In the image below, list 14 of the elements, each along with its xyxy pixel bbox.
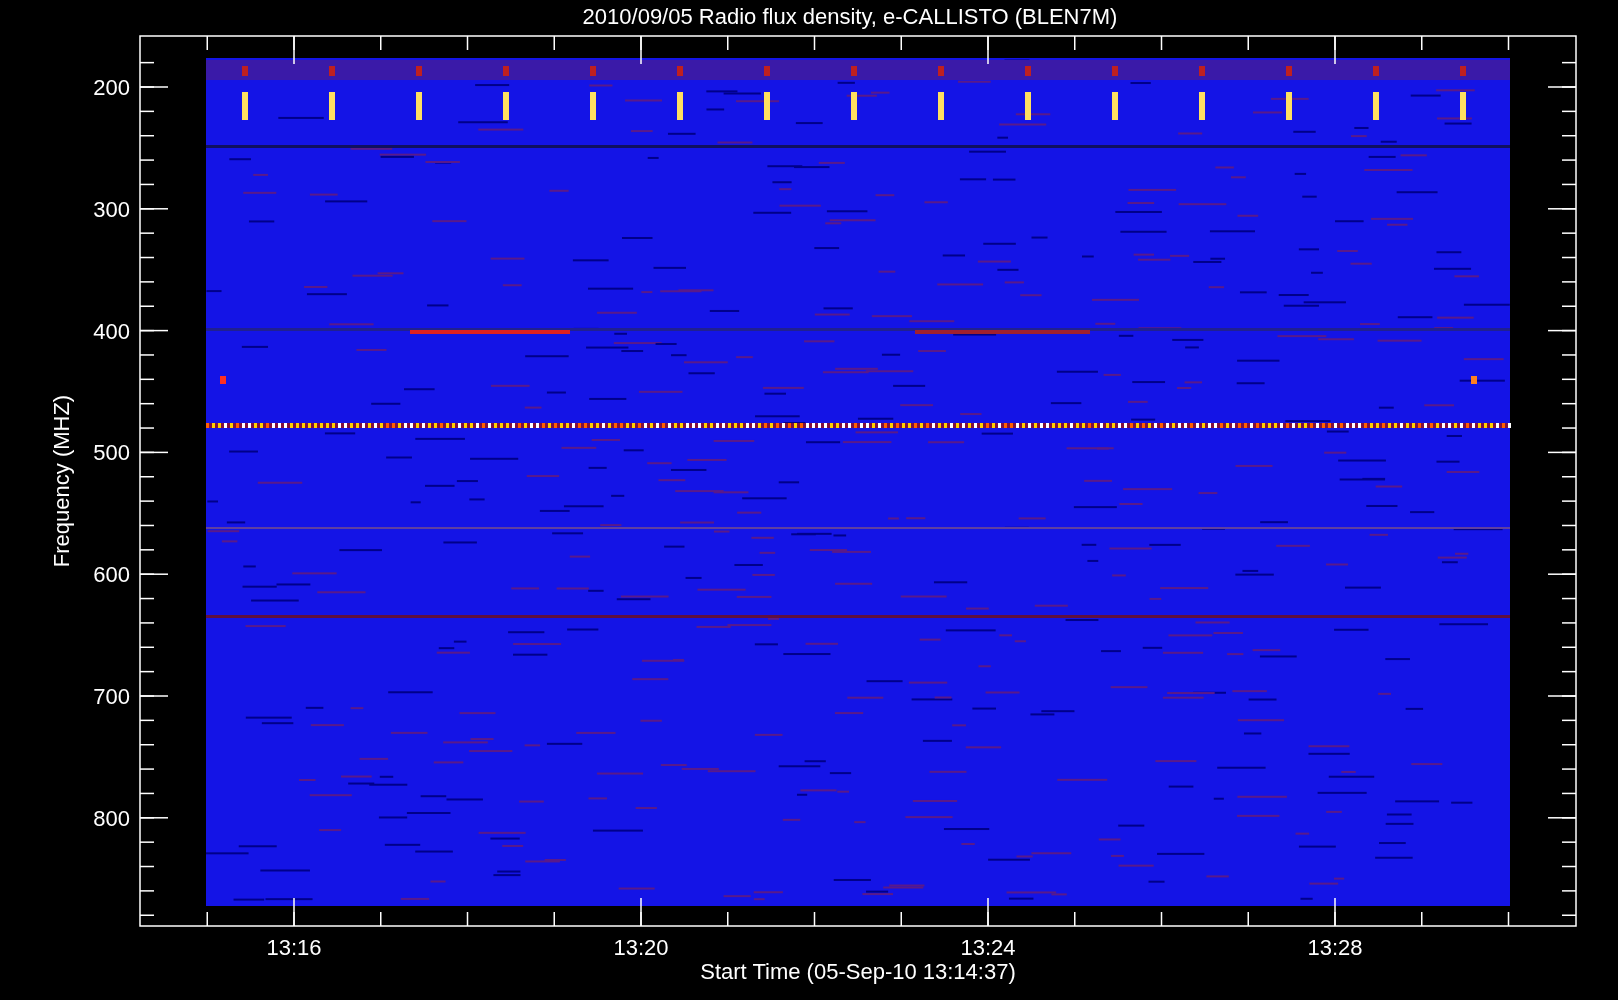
y-tick-label: 300 <box>93 196 130 222</box>
y-tick-label: 200 <box>93 75 130 100</box>
y-tick-label: 600 <box>93 562 130 588</box>
chart-title: 2010/09/05 Radio flux density, e-CALLISTO (BLEN7M) <box>582 4 1118 29</box>
y-tick-label: 400 <box>93 318 130 344</box>
y-axis-label: Frequency (MHZ) <box>49 394 74 568</box>
y-tick-label: 800 <box>93 805 130 831</box>
x-tick-label: 13:28 <box>1307 935 1363 960</box>
x-tick-label: 13:16 <box>266 935 322 960</box>
x-tick-label: 13:24 <box>960 935 1016 960</box>
x-axis-label: Start Time (05-Sep-10 13:14:37) <box>700 959 1016 984</box>
x-tick-label: 13:20 <box>613 935 669 960</box>
y-tick-label: 700 <box>93 684 130 709</box>
y-tick-label: 500 <box>93 440 130 466</box>
